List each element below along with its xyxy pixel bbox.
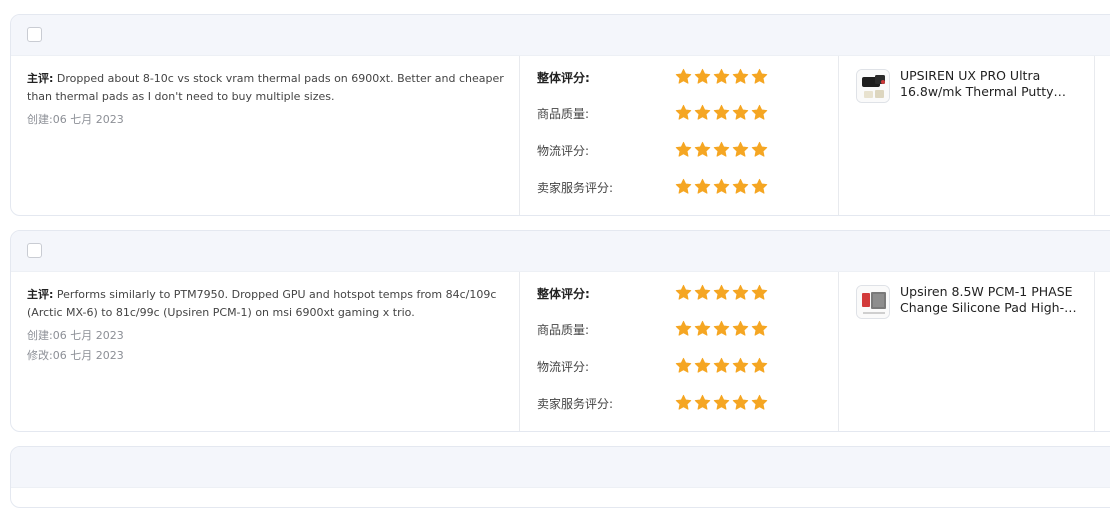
star-rating bbox=[675, 394, 770, 414]
star-icon bbox=[713, 357, 730, 374]
review-meta: 创建:06 七月 2023 修改:06 七月 2023 bbox=[27, 326, 519, 366]
modified-date: 修改:06 七月 2023 bbox=[27, 349, 124, 362]
created-date: 创建:06 七月 2023 bbox=[27, 113, 124, 126]
star-rating bbox=[675, 178, 770, 198]
review-text: 主评: Dropped about 8-10c vs stock vram th… bbox=[27, 70, 507, 106]
rating-label-quality: 商品质量: bbox=[537, 323, 590, 337]
star-icon bbox=[713, 68, 730, 85]
review-card-body: 主评: Performs similarly to PTM7950. Dropp… bbox=[11, 272, 1110, 431]
review-text: 主评: Performs similarly to PTM7950. Dropp… bbox=[27, 286, 507, 322]
review-card-header bbox=[11, 447, 1110, 488]
review-card bbox=[10, 446, 1110, 508]
star-icon bbox=[732, 394, 749, 411]
star-icon bbox=[751, 178, 768, 195]
phase-change-pad-product-icon[interactable] bbox=[856, 285, 890, 319]
star-icon bbox=[694, 104, 711, 121]
star-icon bbox=[675, 178, 692, 195]
star-icon bbox=[675, 104, 692, 121]
star-icon bbox=[694, 320, 711, 337]
star-icon bbox=[675, 320, 692, 337]
review-content: Performs similarly to PTM7950. Dropped G… bbox=[27, 288, 497, 319]
star-rating bbox=[675, 104, 770, 124]
review-card-body: 主评: Dropped about 8-10c vs stock vram th… bbox=[11, 56, 1110, 215]
star-icon bbox=[751, 284, 768, 301]
rating-label-overall: 整体评分: bbox=[537, 71, 590, 85]
rating-label-seller-service: 卖家服务评分: bbox=[537, 181, 614, 195]
star-icon bbox=[713, 104, 730, 121]
star-icon bbox=[675, 141, 692, 158]
rating-label-seller-service: 卖家服务评分: bbox=[537, 397, 614, 411]
star-icon bbox=[694, 394, 711, 411]
star-icon bbox=[751, 68, 768, 85]
star-icon bbox=[694, 68, 711, 85]
star-icon bbox=[751, 141, 768, 158]
star-icon bbox=[694, 357, 711, 374]
star-icon bbox=[732, 357, 749, 374]
star-icon bbox=[732, 284, 749, 301]
product-title-link[interactable]: UPSIREN UX PRO Ultra 16.8w/mk Thermal Pu… bbox=[900, 68, 1086, 100]
thermal-putty-product-icon[interactable] bbox=[856, 69, 890, 103]
star-icon bbox=[694, 178, 711, 195]
star-icon bbox=[713, 284, 730, 301]
product-column: Upsiren 8.5W PCM-1 PHASE Change Silicone… bbox=[839, 272, 1095, 431]
star-icon bbox=[675, 284, 692, 301]
star-rating bbox=[675, 357, 770, 377]
review-prefix-label: 主评: bbox=[27, 288, 54, 301]
star-icon bbox=[675, 68, 692, 85]
star-icon bbox=[713, 178, 730, 195]
star-icon bbox=[732, 141, 749, 158]
select-checkbox[interactable] bbox=[27, 27, 42, 42]
review-content: Dropped about 8-10c vs stock vram therma… bbox=[27, 72, 504, 103]
review-card-header bbox=[11, 231, 1110, 272]
review-card-header bbox=[11, 15, 1110, 56]
ratings-column: 整体评分: 商品质量: 物流评分: 卖家服务评分: bbox=[520, 56, 839, 215]
ratings-column: 整体评分: 商品质量: 物流评分: 卖家服务评分: bbox=[520, 272, 839, 431]
review-prefix-label: 主评: bbox=[27, 72, 54, 85]
star-icon bbox=[675, 357, 692, 374]
star-rating bbox=[675, 284, 770, 304]
star-icon bbox=[675, 394, 692, 411]
star-icon bbox=[732, 320, 749, 337]
rating-label-overall: 整体评分: bbox=[537, 287, 590, 301]
created-date: 创建:06 七月 2023 bbox=[27, 329, 124, 342]
star-icon bbox=[713, 394, 730, 411]
review-column: 主评: Performs similarly to PTM7950. Dropp… bbox=[11, 272, 520, 431]
star-icon bbox=[694, 284, 711, 301]
star-rating bbox=[675, 141, 770, 161]
review-column: 主评: Dropped about 8-10c vs stock vram th… bbox=[11, 56, 520, 215]
product-column: UPSIREN UX PRO Ultra 16.8w/mk Thermal Pu… bbox=[839, 56, 1095, 215]
review-meta: 创建:06 七月 2023 bbox=[27, 110, 519, 130]
product-title-link[interactable]: Upsiren 8.5W PCM-1 PHASE Change Silicone… bbox=[900, 284, 1086, 316]
star-rating bbox=[675, 68, 770, 88]
review-card: 主评: Performs similarly to PTM7950. Dropp… bbox=[10, 230, 1110, 432]
star-icon bbox=[751, 104, 768, 121]
star-icon bbox=[713, 320, 730, 337]
star-icon bbox=[713, 141, 730, 158]
rating-label-logistics: 物流评分: bbox=[537, 144, 590, 158]
star-icon bbox=[732, 68, 749, 85]
rating-label-quality: 商品质量: bbox=[537, 107, 590, 121]
star-icon bbox=[751, 320, 768, 337]
star-rating bbox=[675, 320, 770, 340]
star-icon bbox=[694, 141, 711, 158]
star-icon bbox=[732, 104, 749, 121]
review-card: 主评: Dropped about 8-10c vs stock vram th… bbox=[10, 14, 1110, 216]
rating-label-logistics: 物流评分: bbox=[537, 360, 590, 374]
select-checkbox[interactable] bbox=[27, 243, 42, 258]
star-icon bbox=[751, 357, 768, 374]
star-icon bbox=[732, 178, 749, 195]
star-icon bbox=[751, 394, 768, 411]
